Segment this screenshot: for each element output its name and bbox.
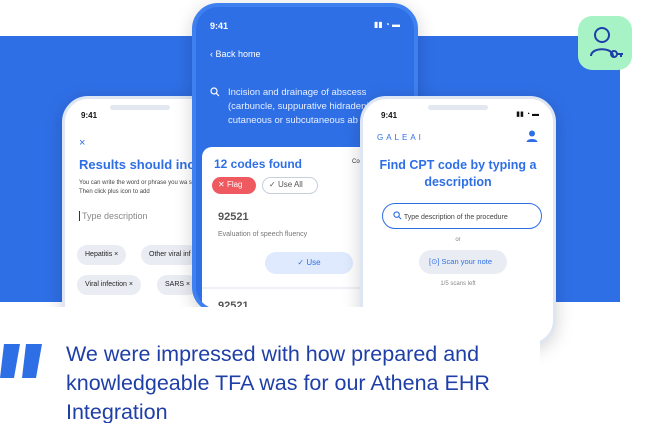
phone-notch	[109, 105, 170, 110]
scans-left-text: 1/5 scans left	[440, 281, 476, 287]
status-time: 9:41	[210, 21, 229, 31]
user-key-icon	[590, 27, 623, 58]
flag-label: Flag	[226, 180, 243, 189]
codes-found-count: 12 codes found	[214, 157, 303, 171]
use-button[interactable]: ✓ Use	[265, 252, 353, 274]
result-code: 92521	[218, 211, 249, 223]
scan-note-label: Scan your note	[441, 257, 492, 266]
chip-other-viral[interactable]: Other viral inf	[141, 245, 199, 265]
search-icon	[210, 87, 220, 100]
back-home-link[interactable]: ‹ Back home	[210, 49, 261, 59]
status-time: 9:41	[381, 111, 398, 120]
use-all-label: Use All	[277, 180, 303, 189]
result-description: Evaluation of speech fluency	[218, 231, 308, 238]
back-home-label: Back home	[215, 49, 261, 59]
scan-note-button[interactable]: [⊙] Scan your note	[419, 250, 507, 274]
brand-logo: GALEAI	[377, 133, 424, 142]
chip-viral-infection[interactable]: Viral infection ×	[77, 275, 141, 295]
check-icon: ✓	[269, 180, 276, 189]
chip-hepatitis[interactable]: Hepatitis ×	[77, 245, 127, 265]
quote-marks-icon	[0, 344, 42, 378]
procedure-search-input[interactable]: Type description of the procedure	[382, 203, 542, 229]
close-icon: ✕	[218, 180, 225, 189]
find-cpt-heading: Find CPT code by typing a description	[379, 158, 537, 189]
use-label: Use	[306, 258, 321, 267]
description-input[interactable]: Type description	[79, 211, 148, 221]
use-all-button[interactable]: ✓ Use All	[262, 177, 318, 194]
flag-button[interactable]: ✕ Flag	[212, 177, 256, 194]
status-icons: ▮▮ ◔ ▬	[373, 20, 400, 29]
user-icon[interactable]	[525, 129, 539, 143]
phone-notch	[428, 105, 488, 110]
status-icons: ▮▮ ◔ ▬	[516, 111, 539, 118]
close-button[interactable]: ×	[79, 137, 85, 149]
chevron-left-icon: ‹	[210, 49, 213, 59]
testimonial-text: We were impressed with how prepared and …	[66, 342, 490, 423]
search-icon	[393, 211, 402, 220]
user-key-badge	[578, 16, 632, 70]
procedure-search-placeholder: Type description of the procedure	[403, 214, 508, 221]
or-divider: or	[455, 237, 461, 243]
scan-icon: [⊙]	[429, 257, 440, 266]
status-time: 9:41	[81, 111, 98, 120]
check-icon: ✓	[297, 258, 305, 267]
